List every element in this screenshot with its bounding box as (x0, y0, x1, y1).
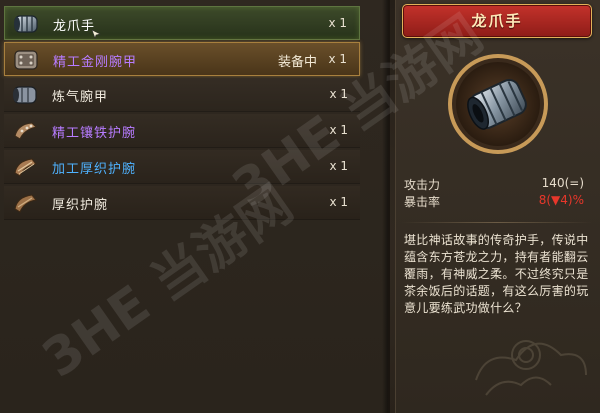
item-name: 加工厚织护腕 (52, 162, 137, 177)
item-qty: x 1 (329, 159, 348, 173)
item-name: 炼气腕甲 (52, 90, 109, 105)
stat-label: 攻击力 (404, 178, 441, 192)
steel-bracer-icon (14, 15, 38, 33)
item-name: 精工金刚腕甲 (53, 55, 138, 70)
cursor-arrow-icon (91, 29, 101, 39)
item-title: 龙爪手 (471, 12, 523, 30)
gold-bracer-icon (14, 50, 38, 70)
cloud-ornament-icon (475, 340, 587, 396)
item-qty: x 1 (329, 87, 348, 101)
item-qty: x 1 (329, 195, 348, 209)
item-name: 厚织护腕 (52, 198, 109, 213)
item-detail-panel: 龙爪手 攻击力 140(=) 暴击率 8(▼4)% 堪比神话故事的传奇护手，传说… (395, 0, 600, 413)
inventory-row-longzhaoshou[interactable]: 龙爪手 x 1 (4, 6, 360, 40)
stat-crit-rate: 暴击率 8(▼4)% (404, 193, 594, 210)
item-qty: x 1 (329, 123, 348, 137)
item-portrait-icon (448, 54, 548, 154)
stat-value: 8(▼4)% (538, 193, 584, 207)
item-title-banner: 龙爪手 (402, 4, 592, 38)
stat-label: 暴击率 (404, 195, 441, 209)
stat-value: 140(=) (541, 176, 584, 190)
dark-bracer-icon (13, 86, 37, 104)
inventory-row-jingong-xiangtie[interactable]: 精工镶铁护腕 x 1 (4, 114, 360, 148)
stat-attack: 攻击力 140(=) (404, 176, 594, 193)
list-edge-shadow (382, 0, 388, 413)
inventory-row-lianqi[interactable]: 炼气腕甲 x 1 (4, 78, 360, 112)
item-qty: x 1 (328, 16, 347, 30)
inventory-row-jiagong-houzhi[interactable]: 加工厚织护腕 x 1 (4, 150, 360, 184)
item-name: 精工镶铁护腕 (52, 126, 137, 141)
woven-bracer-icon (14, 158, 38, 177)
item-qty: x 1 (328, 52, 347, 66)
divider (402, 222, 592, 223)
item-stats: 攻击力 140(=) 暴击率 8(▼4)% (404, 176, 594, 210)
inventory-row-jingong-jingang[interactable]: 精工金刚腕甲 装备中 x 1 (4, 42, 360, 76)
inventory-list: 龙爪手 x 1 精工金刚腕甲 装备中 x 1 炼气腕甲 x 1 精工镶铁护腕 x… (0, 0, 390, 413)
thick-bracer-icon (14, 194, 38, 213)
inventory-row-houzhi[interactable]: 厚织护腕 x 1 (4, 186, 360, 220)
item-name: 龙爪手 (53, 19, 96, 34)
equipped-badge: 装备中 (277, 55, 317, 70)
game-inventory-screen: 龙爪手 x 1 精工金刚腕甲 装备中 x 1 炼气腕甲 x 1 精工镶铁护腕 x… (0, 0, 600, 413)
iron-studded-bracer-icon (14, 122, 38, 140)
